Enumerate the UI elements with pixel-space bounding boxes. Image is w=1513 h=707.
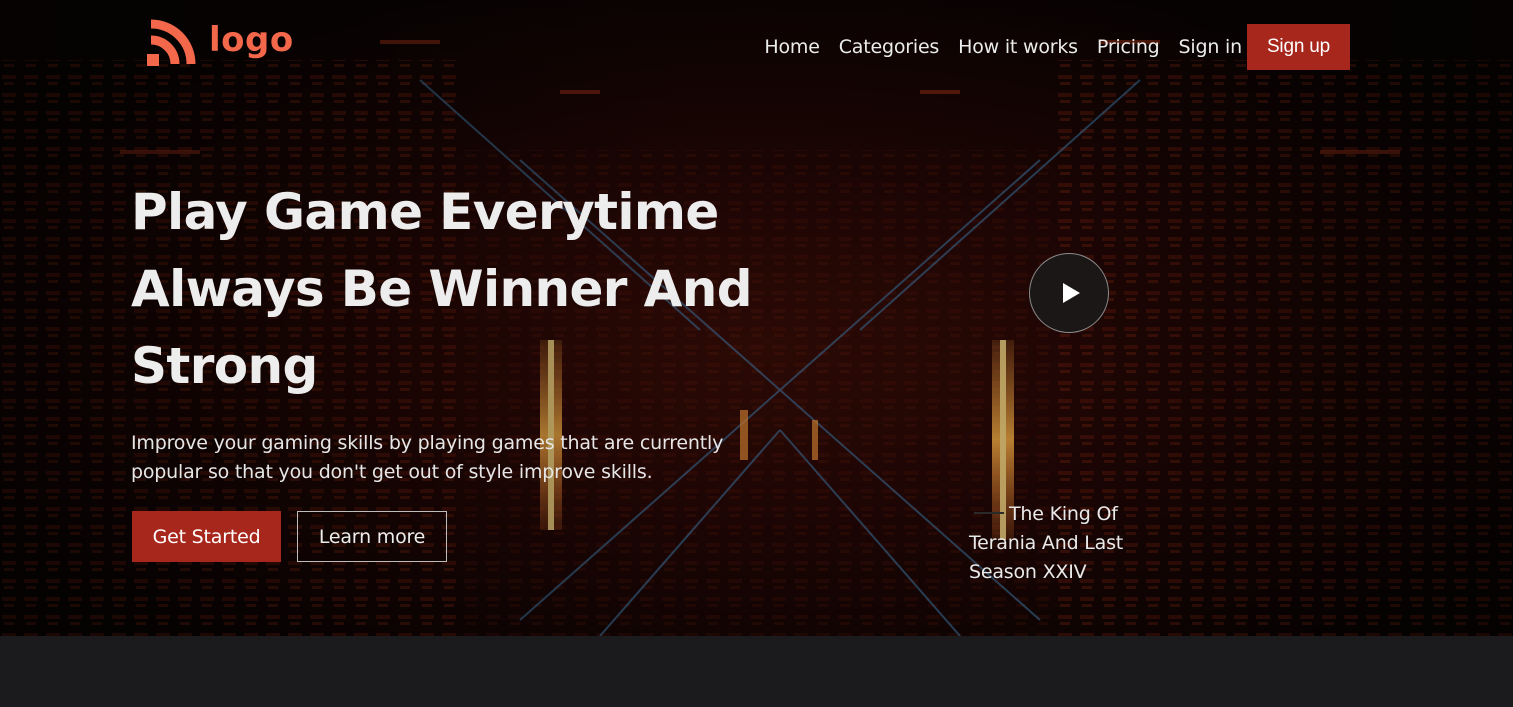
logo[interactable]: logo — [147, 18, 294, 68]
play-video-button[interactable] — [1029, 253, 1109, 333]
nav-link-pricing[interactable]: Pricing — [1097, 36, 1160, 58]
rss-arcs-icon — [147, 19, 196, 66]
headline-line-2: Always Be Winner And — [131, 260, 753, 318]
video-caption: The King Of Terania And Last Season XXIV — [969, 500, 1159, 587]
nav-link-categories[interactable]: Categories — [839, 36, 940, 58]
hero-subtext: Improve your gaming skills by playing ga… — [131, 432, 724, 483]
caption-text: The King Of Terania And Last Season XXIV — [969, 503, 1124, 583]
nav-link-home[interactable]: Home — [764, 36, 820, 58]
nav-link-sign-in[interactable]: Sign in — [1179, 36, 1243, 58]
play-icon — [1063, 283, 1080, 303]
main-nav: Home Categories How it works Pricing Sig… — [764, 24, 1350, 70]
headline-line-1: Play Game Everytime — [131, 183, 719, 241]
logo-text: logo — [209, 20, 294, 60]
sign-up-button[interactable]: Sign up — [1246, 24, 1350, 70]
learn-more-button[interactable]: Learn more — [297, 511, 447, 562]
get-started-button[interactable]: Get Started — [132, 511, 281, 562]
hero-section: logo Home Categories How it works Pricin… — [0, 0, 1513, 636]
hero-headline: Play Game Everytime Always Be Winner And… — [131, 174, 831, 405]
caption-divider — [974, 511, 1004, 514]
nav-link-how-it-works[interactable]: How it works — [958, 36, 1078, 58]
headline-line-3: Strong — [131, 337, 318, 395]
next-section — [0, 636, 1513, 707]
